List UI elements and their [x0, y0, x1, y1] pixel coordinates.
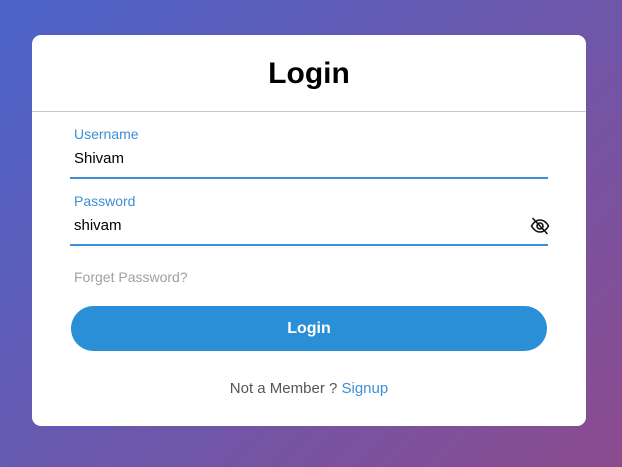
- signup-row: Not a Member ? Signup: [32, 380, 586, 397]
- username-input[interactable]: [74, 149, 514, 169]
- signup-prompt: Not a Member ?: [229, 380, 338, 397]
- login-button[interactable]: Login: [71, 306, 547, 351]
- eye-slash-icon[interactable]: [529, 216, 551, 236]
- username-field[interactable]: Username: [70, 125, 548, 179]
- login-card-header: Login: [32, 35, 586, 112]
- username-label: Username: [74, 126, 139, 142]
- password-input[interactable]: [74, 216, 514, 236]
- login-card: Login Username Password Forget Password?…: [32, 35, 586, 426]
- login-title: Login: [268, 57, 350, 90]
- forgot-password-link[interactable]: Forget Password?: [74, 269, 188, 285]
- signup-link[interactable]: Signup: [342, 380, 389, 397]
- password-field[interactable]: Password: [70, 192, 551, 246]
- password-label: Password: [74, 193, 136, 209]
